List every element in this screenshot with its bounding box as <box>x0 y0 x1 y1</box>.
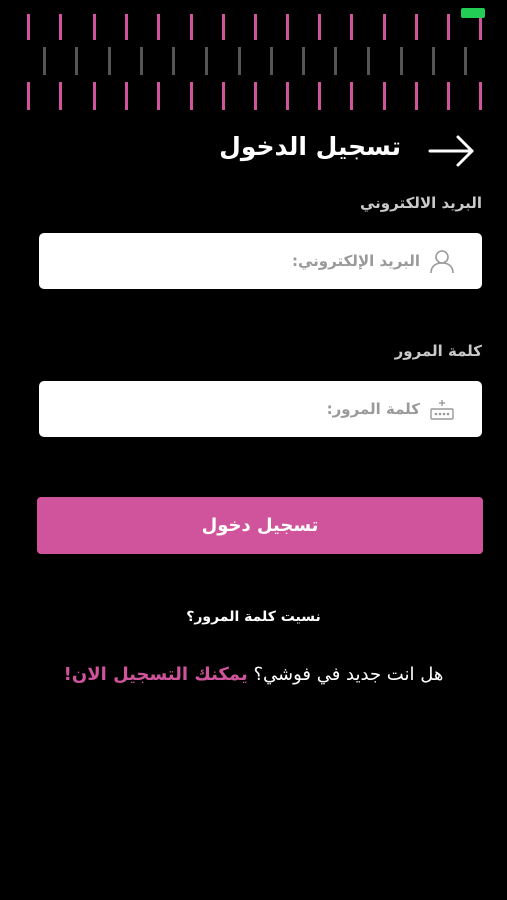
password-input[interactable] <box>60 381 420 437</box>
signup-prompt: هل انت جديد في فوشي؟ يمكنك التسجيل الان! <box>0 664 507 685</box>
signup-question-text: هل انت جديد في فوشي؟ <box>253 664 444 685</box>
user-icon <box>430 250 454 274</box>
password-field-container <box>39 381 482 437</box>
forgot-password-link[interactable]: نسيت كلمة المرور؟ <box>0 609 507 625</box>
email-field-container <box>39 233 482 289</box>
page-title: تسجيل الدخول <box>219 132 401 161</box>
battery-icon <box>461 8 485 18</box>
password-label: كلمة المرور <box>394 342 482 360</box>
arrow-right-icon[interactable] <box>428 134 476 168</box>
signup-link[interactable]: يمكنك التسجيل الان! <box>64 664 248 685</box>
password-dots-icon <box>430 400 454 420</box>
email-label: البريد الالكتروني <box>360 194 482 212</box>
login-button[interactable]: تسجيل دخول <box>37 497 483 554</box>
page-header: تسجيل الدخول <box>0 128 507 174</box>
email-input[interactable] <box>60 233 420 289</box>
decorative-stripes <box>27 14 482 110</box>
login-screen: تسجيل الدخول البريد الالكتروني كلمة المر… <box>0 0 507 900</box>
